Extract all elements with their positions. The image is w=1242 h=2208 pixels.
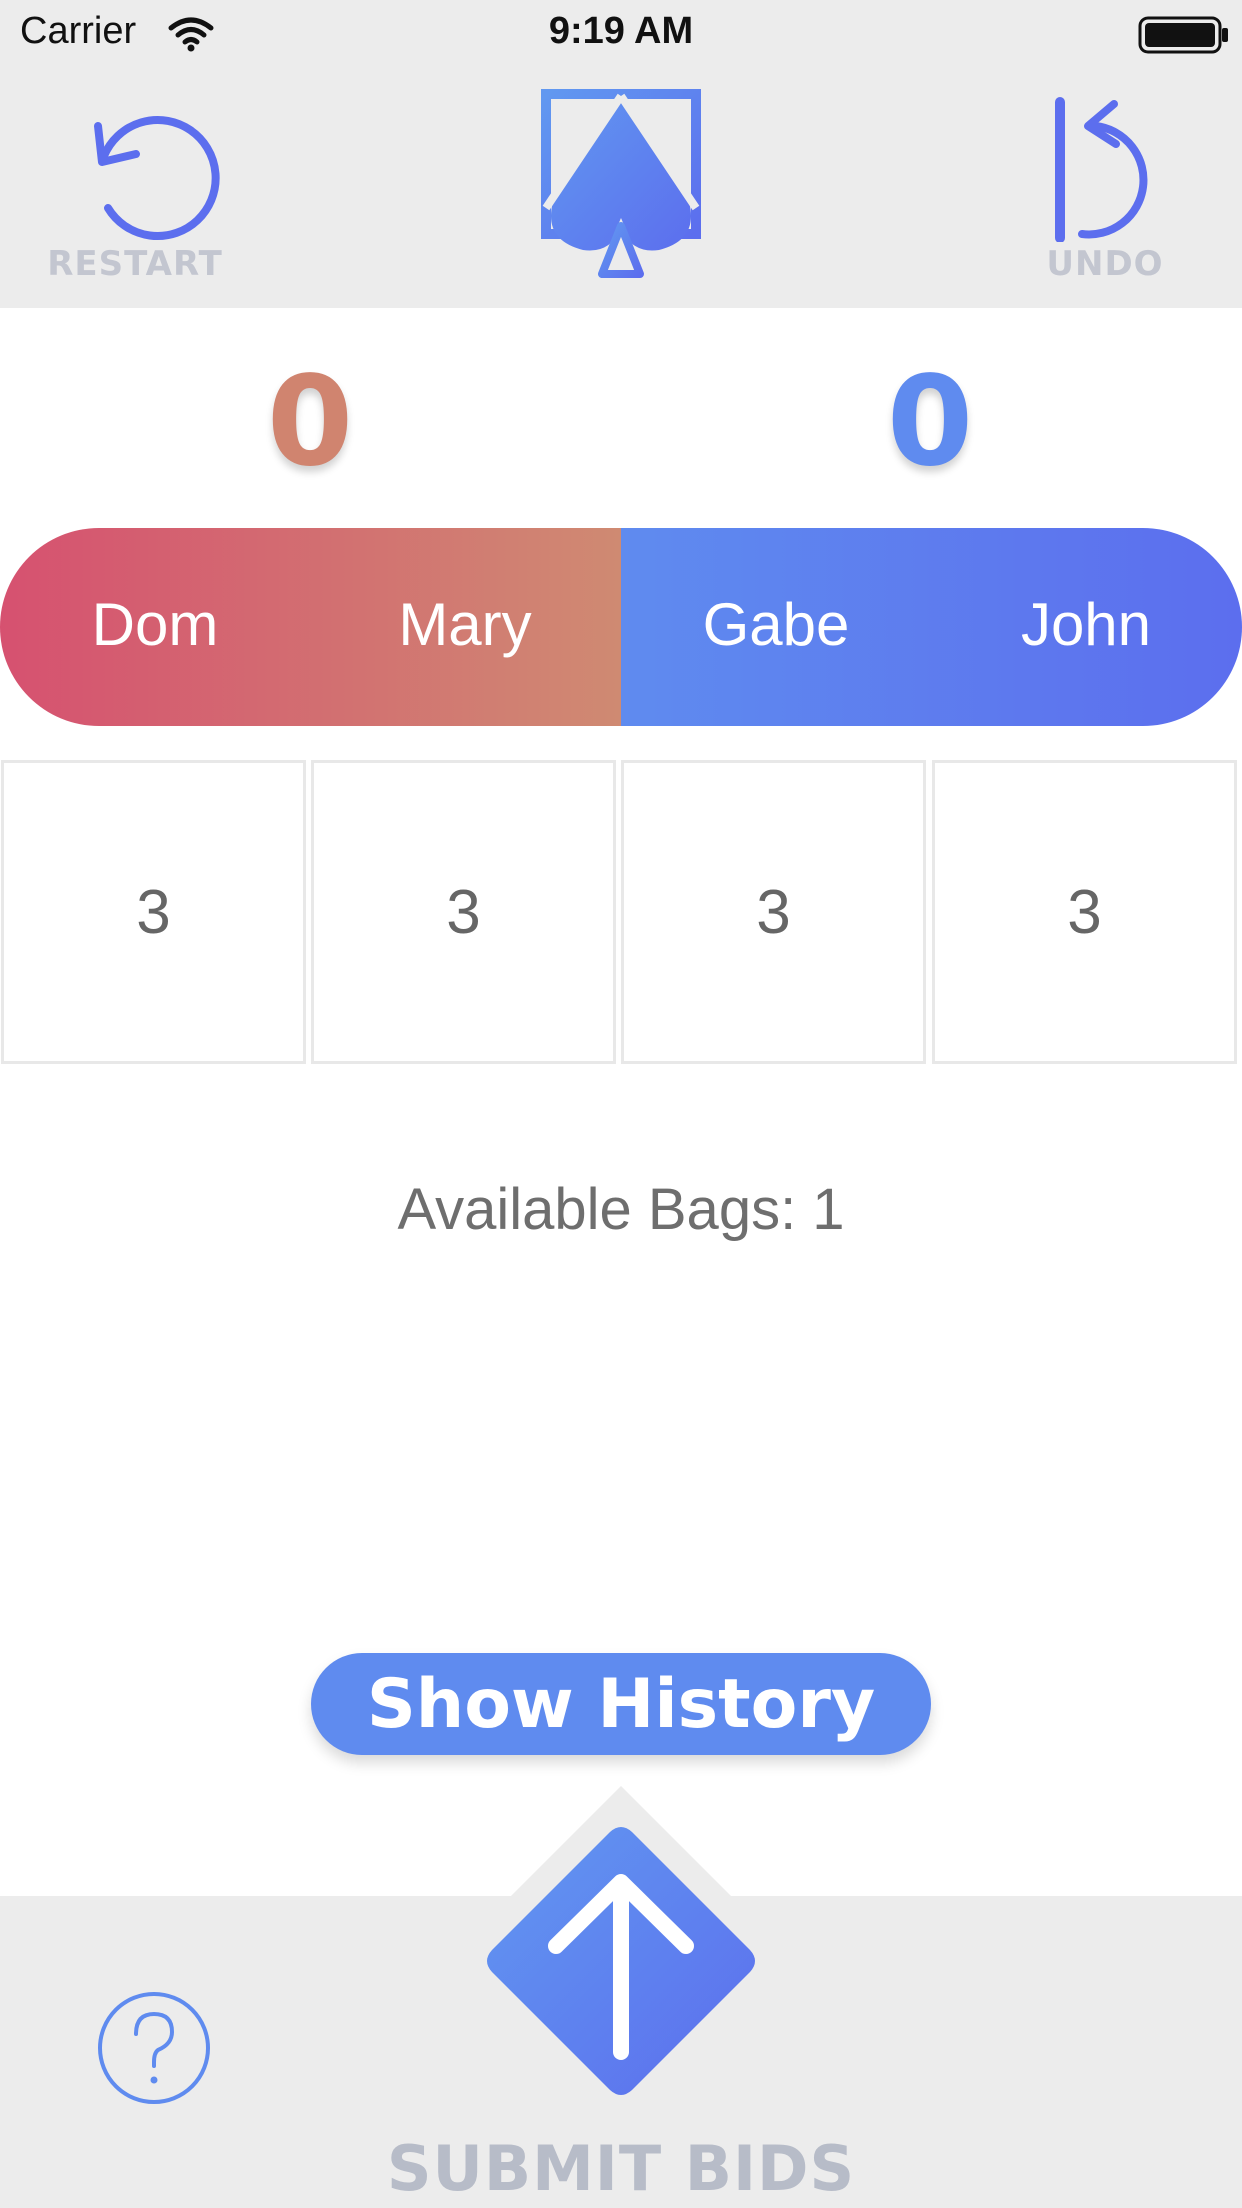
undo-button[interactable]: UNDO <box>1020 92 1220 288</box>
question-mark-icon[interactable] <box>96 1990 212 2106</box>
undo-label: UNDO <box>1046 244 1164 284</box>
player-name-mary[interactable]: Mary <box>310 590 620 659</box>
spade-logo-icon <box>541 89 701 278</box>
restart-icon <box>94 116 220 240</box>
bid-cell-gabe[interactable]: 3 <box>621 760 926 1064</box>
player-name-dom[interactable]: Dom <box>0 590 310 659</box>
battery-icon <box>1138 16 1228 54</box>
show-history-button[interactable]: Show History <box>311 1653 931 1755</box>
status-time: 9:19 AM <box>548 10 694 52</box>
restart-label: RESTART <box>47 244 223 284</box>
available-bags-label: Available Bags: 1 <box>397 1177 845 1242</box>
submit-bids-label: SUBMIT BIDS <box>386 2132 856 2205</box>
restart-button[interactable]: RESTART <box>40 110 240 290</box>
player-name-gabe[interactable]: Gabe <box>621 590 931 659</box>
team-bar: Dom Mary Gabe John <box>0 528 1242 726</box>
player-name-john[interactable]: John <box>931 590 1241 659</box>
bid-cell-john[interactable]: 3 <box>932 760 1237 1064</box>
bid-cell-dom[interactable]: 3 <box>1 760 306 1064</box>
bid-cell-mary[interactable]: 3 <box>311 760 616 1064</box>
undo-icon <box>1055 97 1148 242</box>
team1-score: 0 <box>266 350 354 494</box>
team2-score: 0 <box>886 350 974 494</box>
submit-bids-button[interactable] <box>480 1820 762 2102</box>
